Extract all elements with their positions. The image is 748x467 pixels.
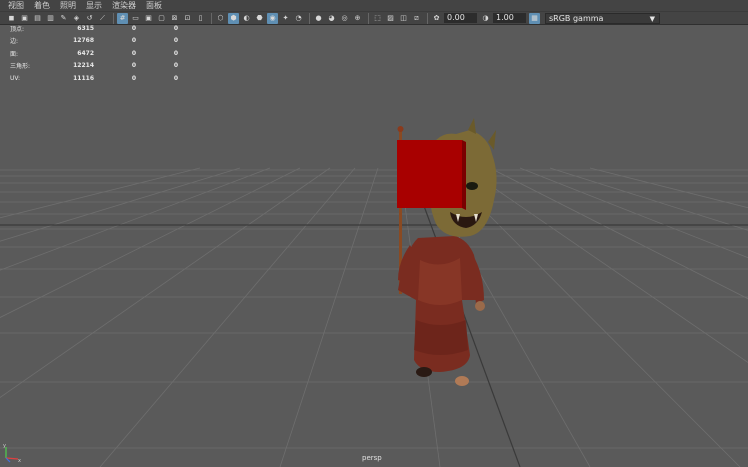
depth-of-field-icon[interactable]: ⊕ [352, 13, 363, 24]
hud-label: 边: [10, 38, 19, 46]
viewport-scene [0, 118, 748, 467]
character-model[interactable] [397, 118, 497, 386]
hud-value: 12768 [73, 37, 94, 45]
hud-value: 0 [173, 49, 178, 57]
hud-label: 面: [10, 50, 19, 58]
hud-value: 0 [131, 74, 136, 82]
hud-row-vertices: 顶点: 6315 0 0 [10, 22, 178, 35]
toolbar-separator [211, 12, 212, 24]
exposure-field[interactable]: 0.00 [444, 13, 477, 23]
xray-joints-icon[interactable]: ◫ [398, 13, 409, 24]
hud-label: UV: [10, 74, 21, 82]
shadows-icon[interactable]: ◔ [293, 13, 304, 24]
gamma-icon[interactable]: ◑ [480, 13, 491, 24]
hud-value: 6472 [77, 49, 94, 57]
hud-label: 三角形: [10, 63, 31, 71]
hud-value: 12214 [73, 62, 94, 70]
xray-icon[interactable]: ▨ [385, 13, 396, 24]
backface-culling-icon[interactable]: ⧄ [411, 13, 422, 24]
hud-value: 0 [131, 37, 136, 45]
camera-name-label: persp [362, 454, 382, 462]
default-material-icon[interactable]: ◐ [241, 13, 252, 24]
screen-space-ao-icon[interactable]: ● [313, 13, 324, 24]
hud-row-uvs: UV: 11116 0 0 [10, 72, 178, 85]
motion-blur-icon[interactable]: ◕ [326, 13, 337, 24]
hud-value: 0 [131, 62, 136, 70]
multisample-aa-icon[interactable]: ◎ [339, 13, 350, 24]
smooth-shade-icon[interactable]: ⬢ [228, 12, 239, 24]
chevron-down-icon: ▼ [649, 14, 655, 23]
hud-row-edges: 边: 12768 0 0 [10, 35, 178, 48]
menu-bar: 视图 着色 照明 显示 渲染器 面板 [0, 0, 748, 11]
hud-row-triangles: 三角形: 12214 0 0 [10, 60, 178, 73]
hud-value: 0 [131, 24, 136, 32]
hud-value: 0 [173, 62, 178, 70]
hud-value: 0 [173, 24, 178, 32]
hud-value: 0 [131, 49, 136, 57]
color-space-value: sRGB gamma [549, 13, 604, 23]
gamma-field[interactable]: 1.00 [493, 13, 526, 23]
use-all-lights-icon[interactable]: ✦ [280, 13, 291, 24]
menu-view[interactable]: 视图 [8, 0, 24, 11]
hud-value: 6315 [77, 24, 94, 32]
svg-text:y: y [3, 443, 6, 449]
color-management-icon[interactable]: ▦ [529, 12, 540, 24]
hud-row-faces: 面: 6472 0 0 [10, 47, 178, 60]
svg-text:x: x [18, 458, 21, 464]
hud-value: 0 [173, 74, 178, 82]
textured-icon[interactable]: ◉ [267, 12, 278, 24]
safe-action-icon[interactable]: ⊡ [182, 13, 193, 24]
hud-value: 0 [173, 37, 178, 45]
menu-panels[interactable]: 面板 [146, 0, 162, 11]
safe-title-icon[interactable]: ▯ [195, 13, 206, 24]
menu-lighting[interactable]: 照明 [60, 0, 76, 11]
toolbar-separator [427, 12, 428, 24]
isolate-select-icon[interactable]: ⬚ [372, 13, 383, 24]
axis-gizmo: y x [3, 443, 21, 464]
perspective-viewport[interactable]: y x [0, 26, 748, 467]
hud-value: 11116 [73, 74, 94, 82]
toolbar-separator [309, 12, 310, 24]
menu-show[interactable]: 显示 [86, 0, 102, 11]
wireframe-on-shaded-icon[interactable]: ⬣ [254, 13, 265, 24]
toolbar-separator [368, 12, 369, 24]
wireframe-icon[interactable]: ⬡ [215, 13, 226, 24]
exposure-icon[interactable]: ✿ [431, 13, 442, 24]
color-space-dropdown[interactable]: sRGB gamma ▼ [545, 12, 660, 24]
menu-renderer[interactable]: 渲染器 [112, 0, 136, 11]
hud-label: 顶点: [10, 25, 25, 33]
menu-shading[interactable]: 着色 [34, 0, 50, 11]
heads-up-display: 顶点: 6315 0 0 边: 12768 0 0 面: 6472 0 0 三角… [10, 22, 178, 85]
grid [0, 167, 748, 467]
